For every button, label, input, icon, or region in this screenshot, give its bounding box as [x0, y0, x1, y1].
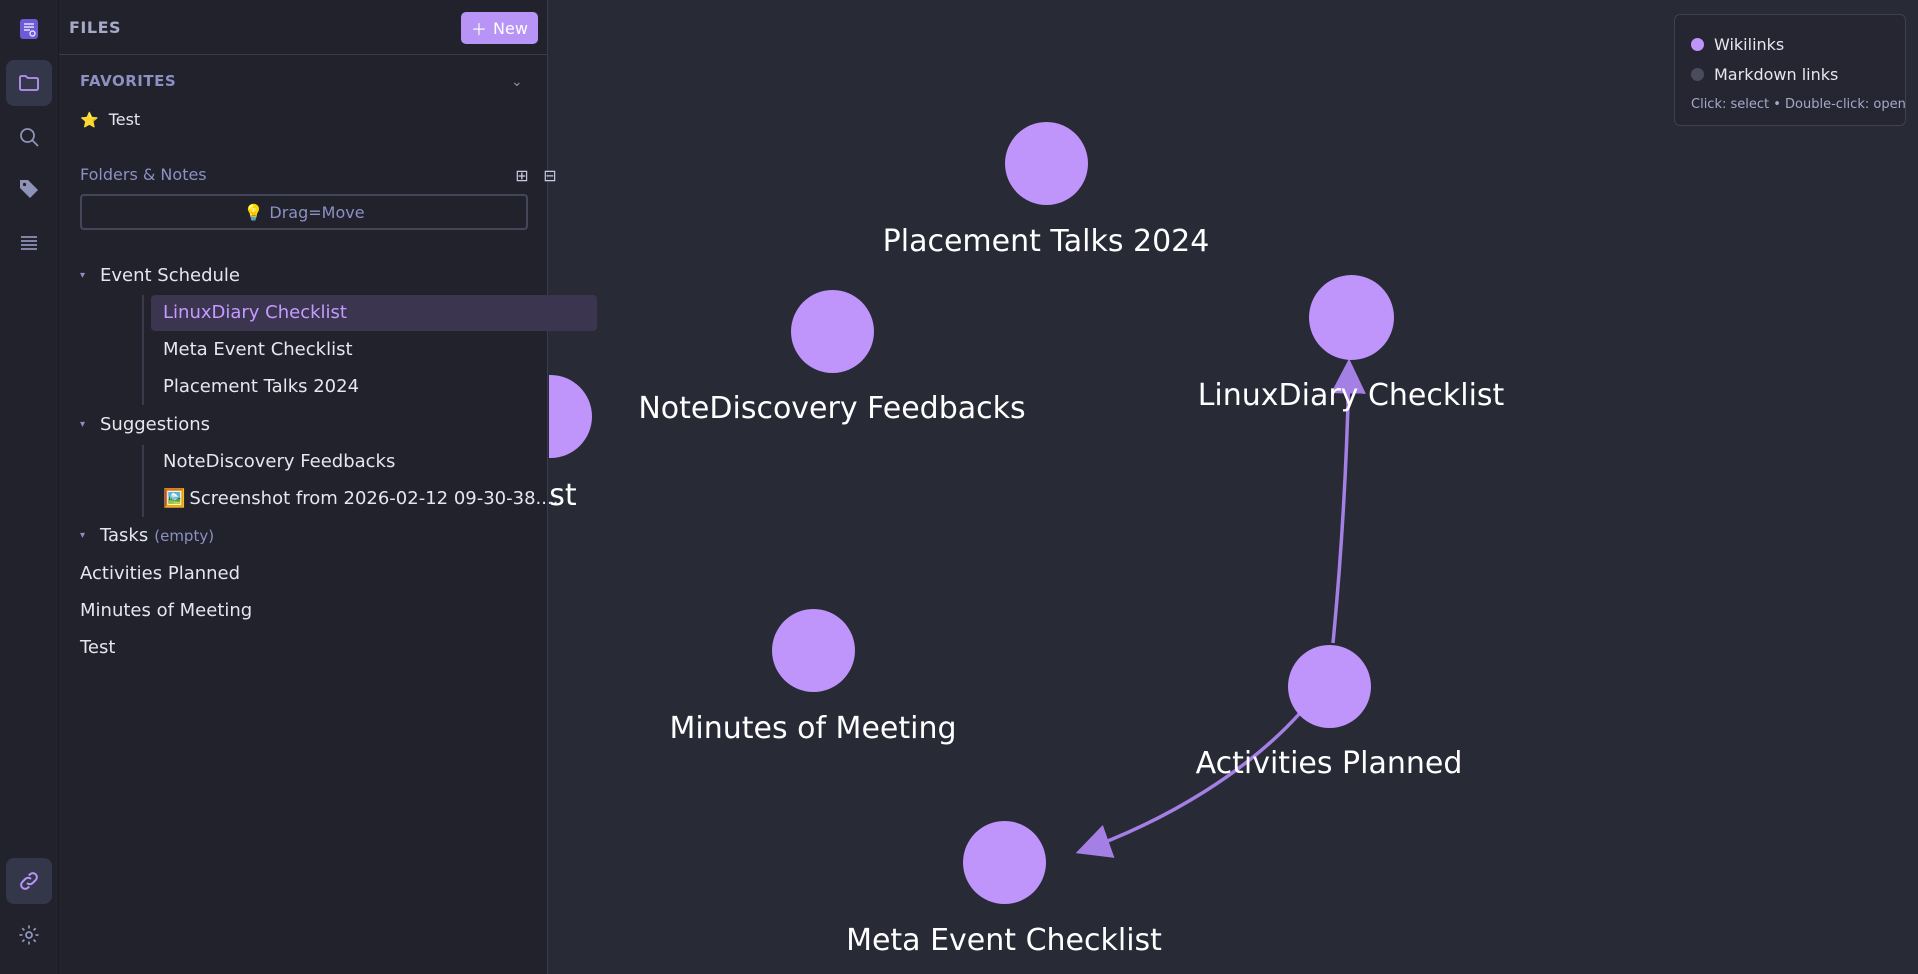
empty-badge: (empty): [154, 526, 215, 545]
note-placement-talks-2024[interactable]: Placement Talks 2024: [163, 376, 359, 397]
app-logo-icon[interactable]: [6, 6, 52, 52]
markdown-dot-icon: [1691, 68, 1704, 81]
graph-canvas[interactable]: st Placement Talks 2024 NoteDiscovery Fe…: [549, 0, 1918, 974]
caret-down-icon: ▾: [80, 530, 86, 541]
graph-node-notediscovery[interactable]: [791, 290, 874, 373]
graph-node-minutes[interactable]: [772, 609, 855, 692]
graph-node-placement-talks[interactable]: [1005, 122, 1088, 205]
graph-node-label: NoteDiscovery Feedbacks: [638, 391, 1026, 426]
tree-guide-line: [142, 445, 144, 517]
note-test[interactable]: Test: [80, 637, 115, 658]
favorite-item-label: Test: [108, 110, 141, 129]
note-notediscovery-feedbacks[interactable]: NoteDiscovery Feedbacks: [163, 451, 395, 472]
graph-legend: Wikilinks Markdown links Click: select •…: [1674, 14, 1906, 126]
chevron-down-icon[interactable]: ⌄: [511, 74, 523, 90]
new-note-button[interactable]: ＋ New: [461, 12, 538, 44]
image-file-icon: 🖼️: [163, 488, 186, 509]
folder-event-schedule[interactable]: ▾ Event Schedule: [80, 265, 240, 286]
favorites-label: FAVORITES: [80, 72, 177, 90]
drag-hint-box: 💡 Drag=Move: [80, 194, 528, 230]
note-meta-event-checklist[interactable]: Meta Event Checklist: [163, 339, 353, 360]
graph-node-activities-planned[interactable]: [1288, 645, 1371, 728]
graph-node-label: LinuxDiary Checklist: [1197, 378, 1505, 413]
legend-hint: Click: select • Double-click: open: [1691, 97, 1906, 112]
folders-notes-label: Folders & Notes: [80, 165, 207, 184]
sidebar-header: FILES ＋ New: [59, 0, 548, 55]
graph-node-linuxdiary[interactable]: [1309, 275, 1394, 360]
file-label: Screenshot from 2026-02-12 09-30-38....: [189, 488, 559, 509]
favorite-item[interactable]: ⭐ Test: [80, 110, 140, 129]
tree-guide-line: [142, 295, 144, 405]
note-minutes-of-meeting[interactable]: Minutes of Meeting: [80, 600, 252, 621]
caret-down-icon: ▾: [80, 419, 86, 430]
expand-all-icon[interactable]: ⊞: [511, 164, 533, 186]
note-activities-planned[interactable]: Activities Planned: [80, 563, 240, 584]
graph-node-label: Activities Planned: [1195, 746, 1463, 781]
graph-node-label: Placement Talks 2024: [882, 224, 1210, 259]
legend-wikilinks-label: Wikilinks: [1714, 35, 1785, 54]
legend-markdown-label: Markdown links: [1714, 65, 1839, 84]
lightbulb-icon: 💡: [243, 202, 264, 222]
new-button-label: New: [493, 18, 528, 38]
files-sidebar: FILES ＋ New FAVORITES ⌄ ⭐ Test Folders &…: [59, 0, 597, 974]
search-icon[interactable]: [6, 114, 52, 160]
plus-icon: ＋: [471, 20, 488, 39]
file-screenshot[interactable]: 🖼️ Screenshot from 2026-02-12 09-30-38..…: [163, 488, 558, 509]
sidebar-title: FILES: [69, 18, 122, 37]
graph-node-meta-event[interactable]: [963, 821, 1046, 904]
app: FILES ＋ New FAVORITES ⌄ ⭐ Test Folders &…: [0, 0, 1918, 974]
graph-node-label-partial: st: [549, 478, 577, 513]
legend-wikilinks: Wikilinks: [1691, 35, 1784, 54]
folder-label: Event Schedule: [100, 265, 241, 286]
folder-label: Tasks: [100, 525, 149, 546]
edge-activities-to-meta-event: [1075, 710, 1303, 858]
icon-rail: [0, 0, 59, 974]
folder-tasks[interactable]: ▾ Tasks (empty): [80, 525, 214, 546]
wikilinks-dot-icon: [1691, 38, 1704, 51]
legend-markdown-links: Markdown links: [1691, 65, 1838, 84]
folder-suggestions[interactable]: ▾ Suggestions: [80, 414, 210, 435]
tag-icon[interactable]: [6, 166, 52, 212]
note-linuxdiary-checklist[interactable]: LinuxDiary Checklist: [163, 302, 347, 323]
outline-list-icon[interactable]: [6, 220, 52, 266]
graph-link-icon[interactable]: [6, 858, 52, 904]
drag-hint-text: Drag=Move: [269, 202, 365, 222]
graph-edges: [1075, 358, 1366, 858]
caret-down-icon: ▾: [80, 270, 86, 281]
settings-gear-icon[interactable]: [6, 912, 52, 958]
folder-label: Suggestions: [100, 414, 210, 435]
graph-node-label: Meta Event Checklist: [846, 923, 1162, 958]
graph-node-label: Minutes of Meeting: [669, 711, 957, 746]
star-icon: ⭐: [80, 110, 99, 129]
files-folder-icon[interactable]: [6, 60, 52, 106]
